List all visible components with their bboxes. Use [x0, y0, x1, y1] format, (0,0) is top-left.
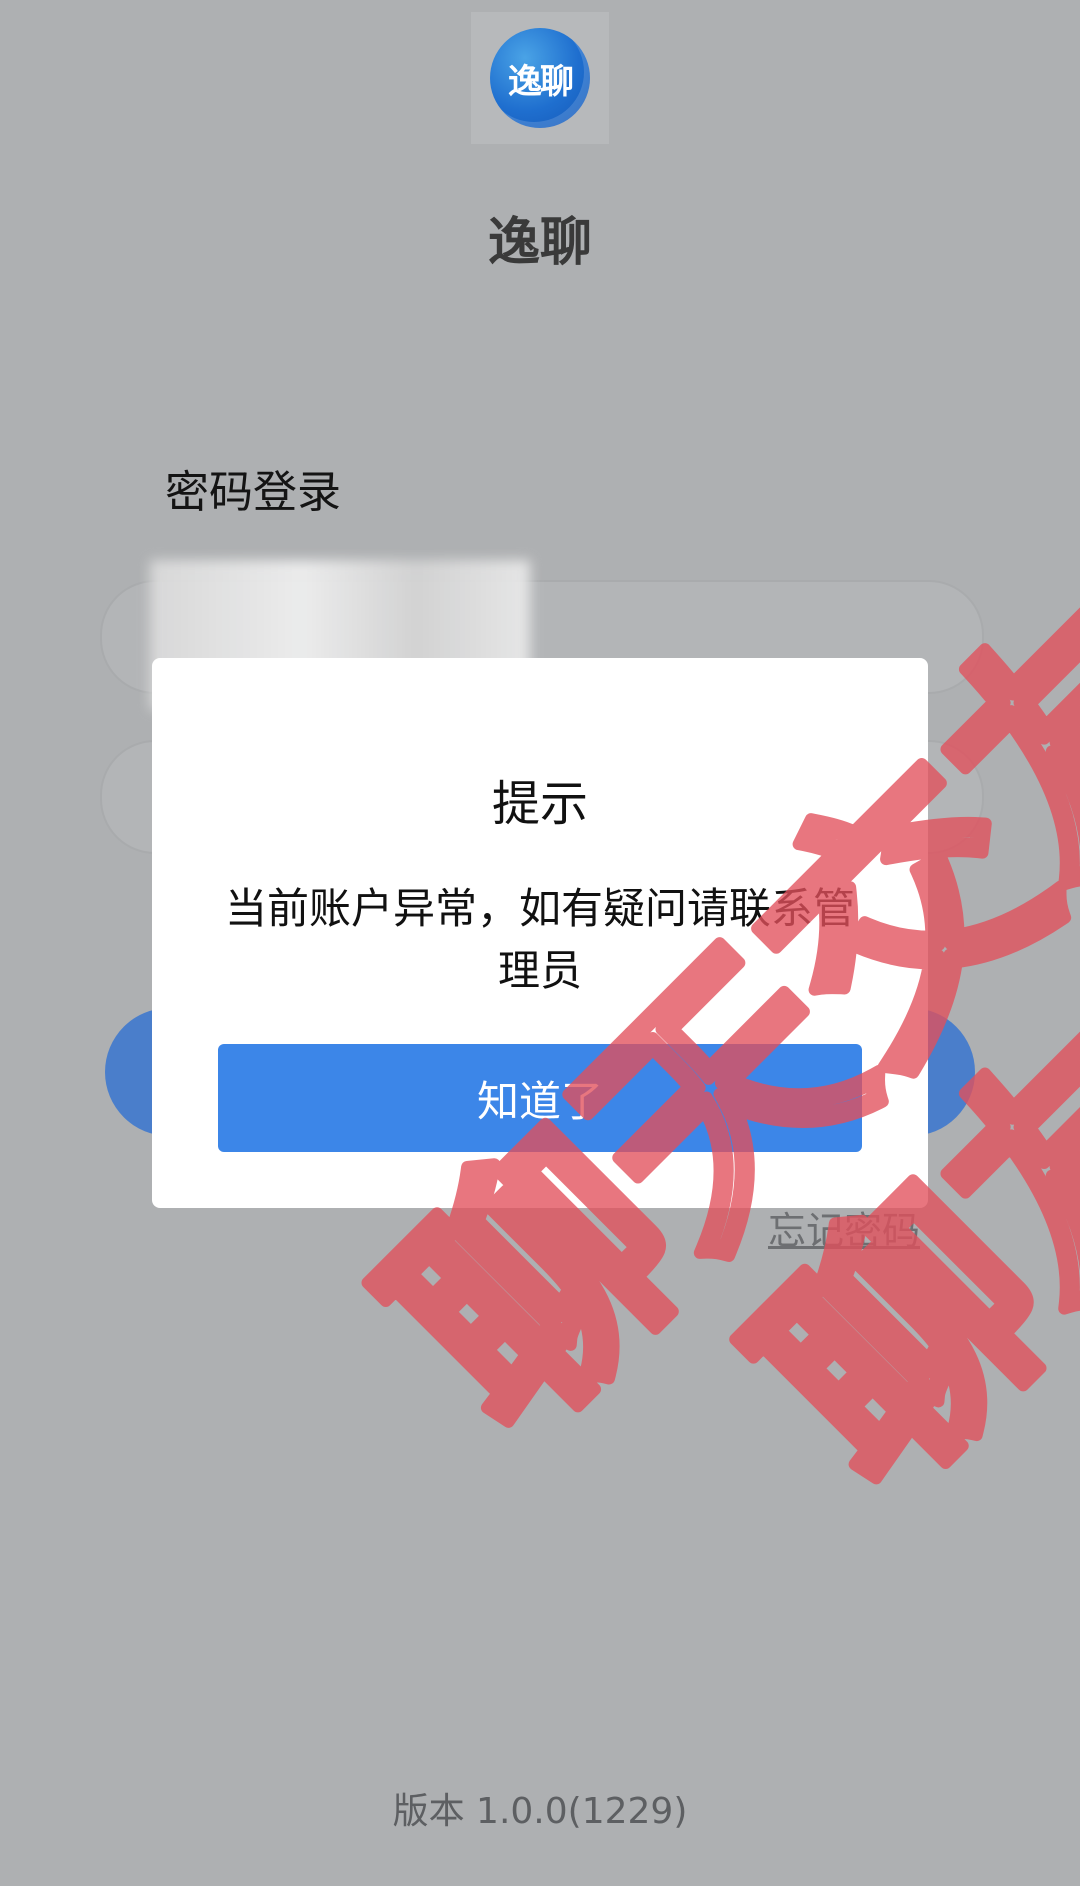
dialog-ok-button[interactable]: 知道了 [218, 1044, 862, 1152]
app-logo: 逸聊 [490, 28, 590, 128]
dialog-title: 提示 [491, 776, 588, 832]
app-logo-container: 逸聊 [471, 12, 609, 144]
login-mode-title: 密码登录 [165, 467, 341, 518]
app-title: 逸聊 [487, 213, 592, 273]
version-label: 版本 1.0.0(1229) [392, 1791, 688, 1832]
app-logo-text: 逸聊 [508, 61, 574, 102]
forgot-password-link[interactable]: 忘记密码 [768, 1200, 920, 1255]
alert-dialog: 提示 当前账户异常，如有疑问请联系管理员 知道了 [152, 658, 928, 1208]
dialog-message: 当前账户异常，如有疑问请联系管理员 [224, 884, 855, 995]
